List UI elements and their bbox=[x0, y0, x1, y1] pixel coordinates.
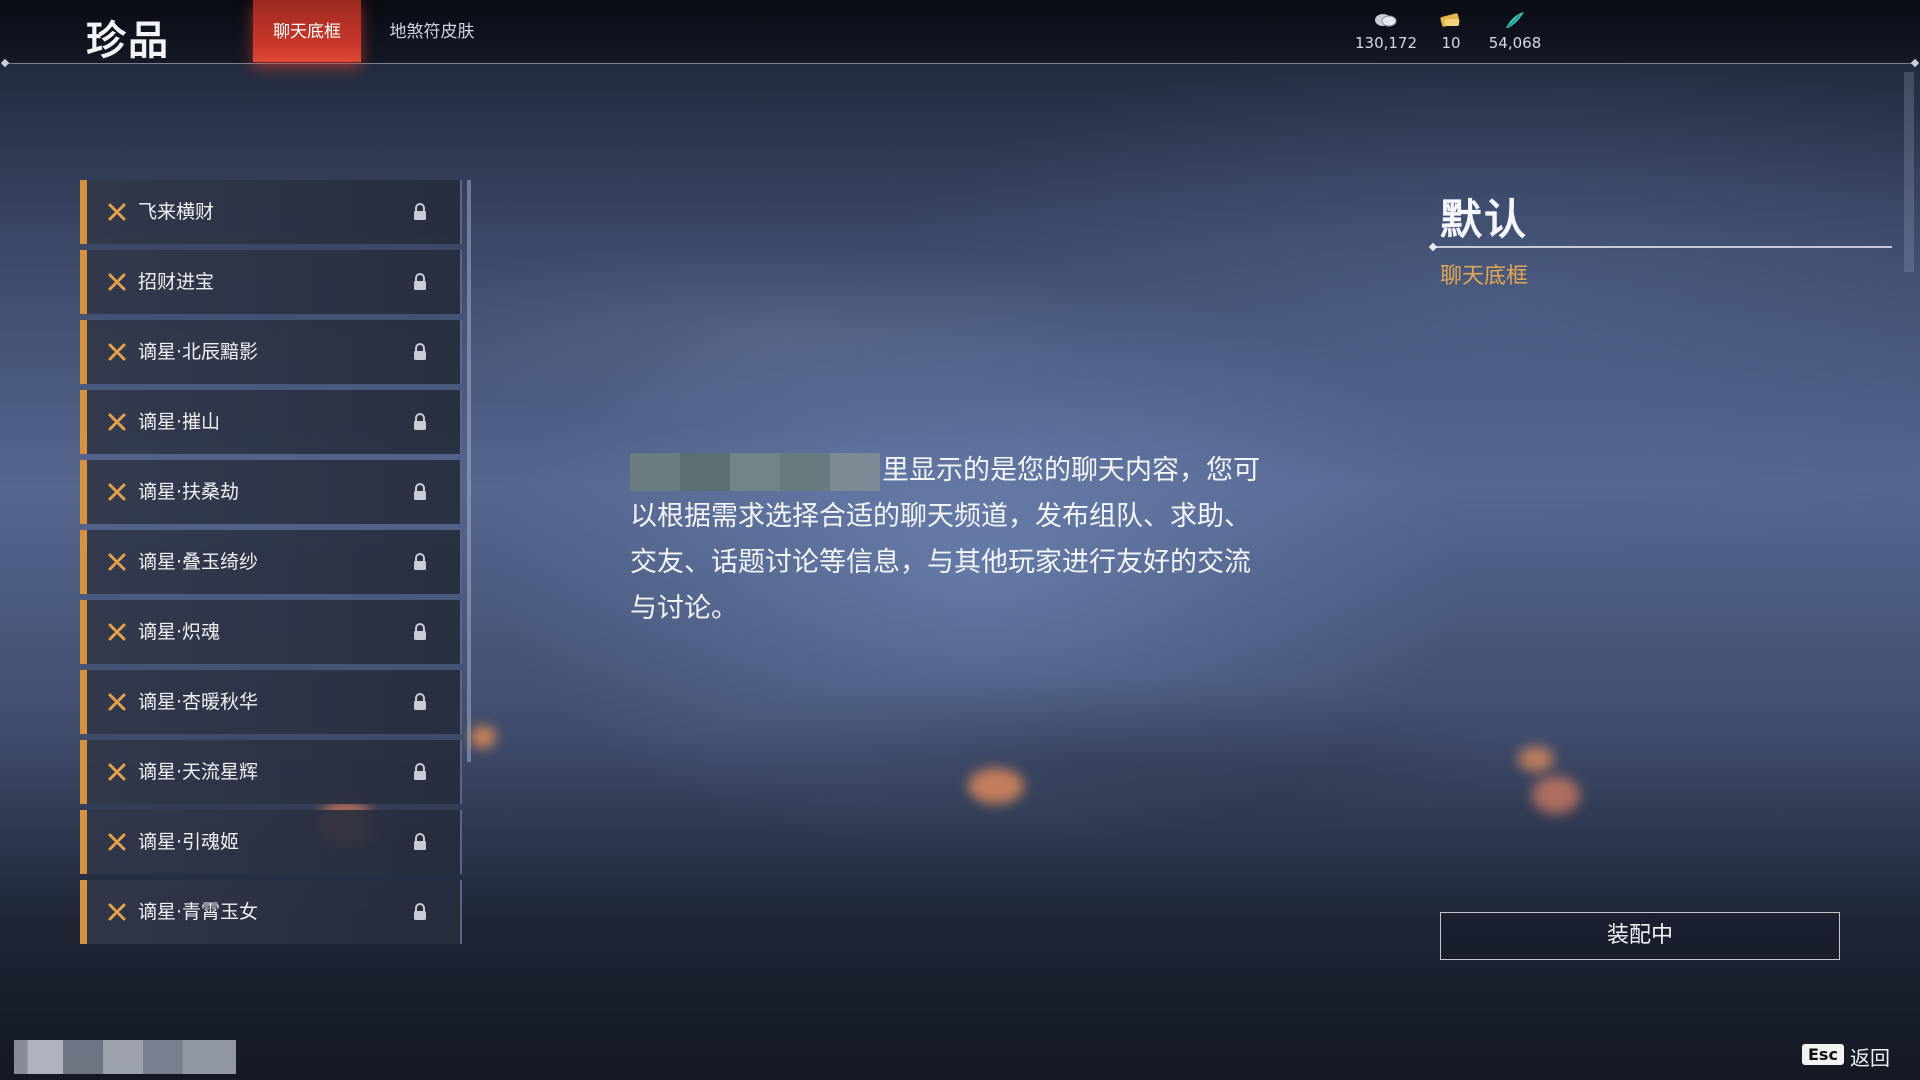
item-accent-bar bbox=[80, 250, 87, 314]
frame-emblem-icon bbox=[108, 763, 126, 781]
silver-coin-icon bbox=[1375, 14, 1397, 27]
item-label: 谪星·扶桑劫 bbox=[138, 481, 240, 503]
item-accent-bar bbox=[80, 460, 87, 524]
back-button[interactable]: 返回 bbox=[1850, 1042, 1890, 1071]
lock-icon bbox=[414, 763, 426, 780]
item-label: 招财进宝 bbox=[138, 271, 215, 293]
divider-dot bbox=[1428, 242, 1438, 252]
floating-lantern bbox=[470, 726, 496, 748]
frame-emblem-icon bbox=[108, 273, 126, 291]
lock-icon bbox=[414, 413, 426, 430]
item-label: 谪星·摧山 bbox=[138, 411, 221, 433]
list-scrollbar[interactable] bbox=[467, 180, 471, 762]
list-item[interactable]: 谪星·引魂姬 bbox=[80, 810, 462, 874]
list-item[interactable]: 谪星·天流星辉 bbox=[80, 740, 462, 804]
floating-lantern bbox=[968, 768, 1024, 804]
frame-emblem-icon bbox=[108, 483, 126, 501]
item-label: 飞来横财 bbox=[138, 201, 215, 223]
chat-preview-text: 里显示的是您的聊天内容，您可以根据需求选择合适的聊天频道，发布组队、求助、交友、… bbox=[630, 448, 1270, 632]
frame-emblem-icon bbox=[108, 203, 126, 221]
lock-icon bbox=[414, 483, 426, 500]
title-divider bbox=[1432, 246, 1892, 248]
tab-talisman-skin[interactable]: 地煞符皮肤 bbox=[372, 0, 492, 62]
list-item[interactable]: 招财进宝 bbox=[80, 250, 462, 314]
list-item[interactable]: 谪星·北辰黯影 bbox=[80, 320, 462, 384]
list-item[interactable]: 谪星·炽魂 bbox=[80, 600, 462, 664]
selected-item-title: 默认 bbox=[1440, 195, 1529, 244]
item-label: 谪星·北辰黯影 bbox=[138, 341, 259, 363]
item-accent-bar bbox=[80, 600, 87, 664]
item-accent-bar bbox=[80, 670, 87, 734]
lock-icon bbox=[414, 833, 426, 850]
redacted-player-id bbox=[14, 1040, 236, 1074]
redacted-block bbox=[630, 452, 880, 491]
item-accent-bar bbox=[80, 180, 87, 244]
frame-emblem-icon bbox=[108, 413, 126, 431]
selected-item-category: 聊天底框 bbox=[1440, 264, 1529, 289]
lock-icon bbox=[414, 343, 426, 360]
chat-frame-list[interactable]: 飞来横财招财进宝谪星·北辰黯影 谪星·摧山谪星·扶桑劫 谪星·叠玉绮纱 谪星·炽魂谪星… bbox=[80, 180, 462, 960]
lock-icon bbox=[414, 553, 426, 570]
list-item[interactable]: 飞来横财 bbox=[80, 180, 462, 244]
item-accent-bar bbox=[80, 530, 87, 594]
item-label: 谪星·引魂姬 bbox=[138, 831, 240, 853]
frame-emblem-icon bbox=[108, 693, 126, 711]
gold-ticket-icon bbox=[1440, 13, 1460, 27]
item-accent-bar bbox=[80, 390, 87, 454]
list-item[interactable]: 谪星·杏暖秋华 bbox=[80, 670, 462, 734]
lock-icon bbox=[414, 273, 426, 290]
frame-emblem-icon bbox=[108, 623, 126, 641]
frame-emblem-icon bbox=[108, 833, 126, 851]
item-accent-bar bbox=[80, 320, 87, 384]
jade-feather-icon bbox=[1506, 12, 1524, 28]
esc-key-hint[interactable]: Esc bbox=[1802, 1044, 1844, 1065]
item-accent-bar bbox=[80, 740, 87, 804]
lock-icon bbox=[414, 903, 426, 920]
item-label: 谪星·炽魂 bbox=[138, 621, 221, 643]
lock-icon bbox=[414, 203, 426, 220]
page-title: 珍品 bbox=[86, 18, 170, 64]
item-accent-bar bbox=[80, 810, 87, 874]
right-scrollbar[interactable] bbox=[1904, 72, 1914, 272]
frame-emblem-icon bbox=[108, 553, 126, 571]
lock-icon bbox=[414, 693, 426, 710]
list-item[interactable]: 谪星·青霄玉女 bbox=[80, 880, 462, 944]
equipped-button[interactable]: 装配中 bbox=[1440, 912, 1840, 960]
floating-lantern bbox=[1518, 746, 1554, 772]
lock-icon bbox=[414, 623, 426, 640]
floating-lantern bbox=[1532, 776, 1580, 814]
currency-value: 54,068 bbox=[1488, 34, 1542, 52]
item-label: 谪星·叠玉绮纱 bbox=[138, 551, 259, 573]
list-item[interactable]: 谪星·叠玉绮纱 bbox=[80, 530, 462, 594]
top-divider bbox=[6, 63, 1912, 64]
frame-emblem-icon bbox=[108, 903, 126, 921]
item-label: 谪星·杏暖秋华 bbox=[138, 691, 259, 713]
currency-jade[interactable]: 54,068 bbox=[1475, 10, 1555, 52]
item-label: 谪星·青霄玉女 bbox=[138, 901, 259, 923]
list-item[interactable]: 谪星·扶桑劫 bbox=[80, 460, 462, 524]
list-item[interactable]: 谪星·摧山 bbox=[80, 390, 462, 454]
item-accent-bar bbox=[80, 880, 87, 944]
frame-emblem-icon bbox=[108, 343, 126, 361]
item-label: 谪星·天流星辉 bbox=[138, 761, 259, 783]
tab-chat-frame[interactable]: 聊天底框 bbox=[253, 0, 361, 62]
